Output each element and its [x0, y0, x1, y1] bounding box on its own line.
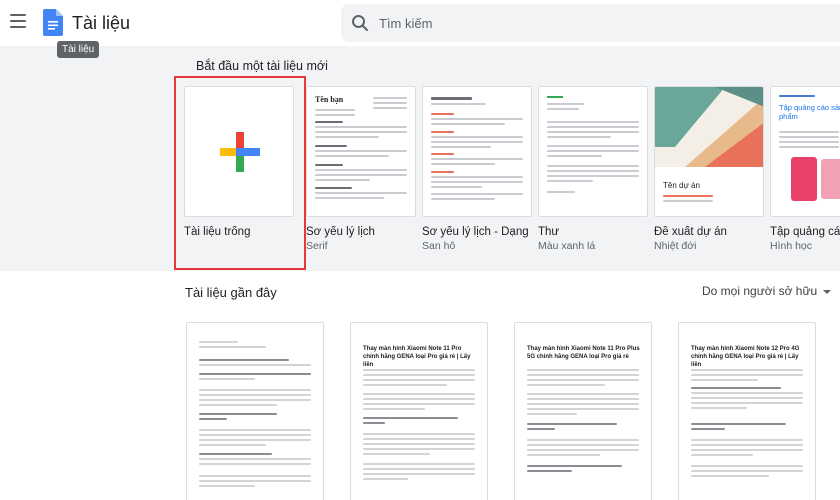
owner-filter-dropdown[interactable]: Do mọi người sở hữu [702, 284, 832, 298]
app-title[interactable]: Tài liệu [72, 13, 130, 34]
recent-docs-heading: Tài liệu gần đây [185, 285, 277, 300]
plus-icon [220, 132, 260, 172]
template-thumbnail[interactable]: Tên dự án [654, 86, 764, 217]
template-thumbnail[interactable]: Tập quảng cáo sản phẩm [770, 86, 840, 217]
template-subtitle: Serif [306, 240, 328, 252]
template-brochure[interactable]: Tập quảng cáo sản phẩm Tập quảng cáo Hìn… [770, 86, 840, 252]
main-menu-icon[interactable] [10, 14, 26, 28]
doc-title: Thay màn hình Xiaomi Note 11 Pro Plus 5G… [527, 346, 640, 360]
template-subtitle: Hình học [770, 240, 813, 252]
thumb-title: Tên dự án [663, 181, 700, 190]
template-project-proposal[interactable]: Tên dự án Đề xuất dự án Nhiệt đới [654, 86, 764, 252]
template-thumbnail[interactable] [538, 86, 648, 217]
template-name: Tài liệu trống [184, 226, 251, 238]
template-gallery-heading: Bắt đầu một tài liệu mới [196, 59, 328, 73]
template-name: Tập quảng cáo [770, 226, 840, 238]
owner-filter-label: Do mọi người sở hữu [702, 284, 818, 298]
template-thumbnail[interactable] [422, 86, 532, 217]
template-name: Sơ yếu lý lịch - Dạng [422, 226, 529, 238]
template-name: Thư [538, 226, 560, 238]
template-subtitle: Màu xanh lá [538, 240, 596, 252]
template-gallery: Bắt đầu một tài liệu mới Tài liệu trống … [0, 46, 840, 271]
template-subtitle: San hô [422, 240, 456, 252]
thumb-title: Tập quảng cáo sản phẩm [779, 103, 840, 121]
template-name: Đề xuất dự án [654, 226, 727, 238]
recent-doc-card[interactable]: Thay màn hình Xiaomi Note 11 Pro chính h… [350, 322, 488, 500]
search-bar[interactable] [341, 4, 840, 42]
template-blank[interactable]: Tài liệu trống [184, 86, 294, 238]
search-input[interactable] [379, 14, 799, 32]
recent-doc-card[interactable] [186, 322, 324, 500]
template-name: Sơ yếu lý lịch [306, 226, 375, 238]
app-title-tooltip: Tài liệu [57, 41, 100, 58]
doc-title: Thay màn hình Xiaomi Note 11 Pro chính h… [363, 346, 471, 368]
template-thumbnail[interactable]: Tên bạn [306, 86, 416, 217]
template-subtitle: Nhiệt đới [654, 240, 697, 252]
recent-doc-card[interactable]: Thay màn hình Xiaomi Note 11 Pro Plus 5G… [514, 322, 652, 500]
template-blank-thumbnail[interactable] [184, 86, 294, 217]
recent-doc-card[interactable]: Thay màn hình Xiaomi Note 12 Pro 4G chín… [678, 322, 816, 500]
doc-title: Thay màn hình Xiaomi Note 12 Pro 4G chín… [691, 346, 800, 368]
template-resume-coral[interactable]: Sơ yếu lý lịch - Dạng San hô [422, 86, 532, 252]
search-icon[interactable] [351, 14, 369, 32]
template-letter-green[interactable]: Thư Màu xanh lá [538, 86, 648, 252]
app-header: Tài liệu [0, 0, 840, 46]
caret-down-icon [823, 289, 832, 294]
proposal-graphic [655, 87, 763, 167]
docs-home: Tài liệu Bắt đầu một tài liệu mới [0, 0, 840, 500]
docs-logo-icon[interactable] [43, 9, 63, 36]
template-resume-serif[interactable]: Tên bạn Sơ yếu lý lịch Serif [306, 86, 416, 252]
thumb-title: Tên bạn [315, 95, 344, 104]
